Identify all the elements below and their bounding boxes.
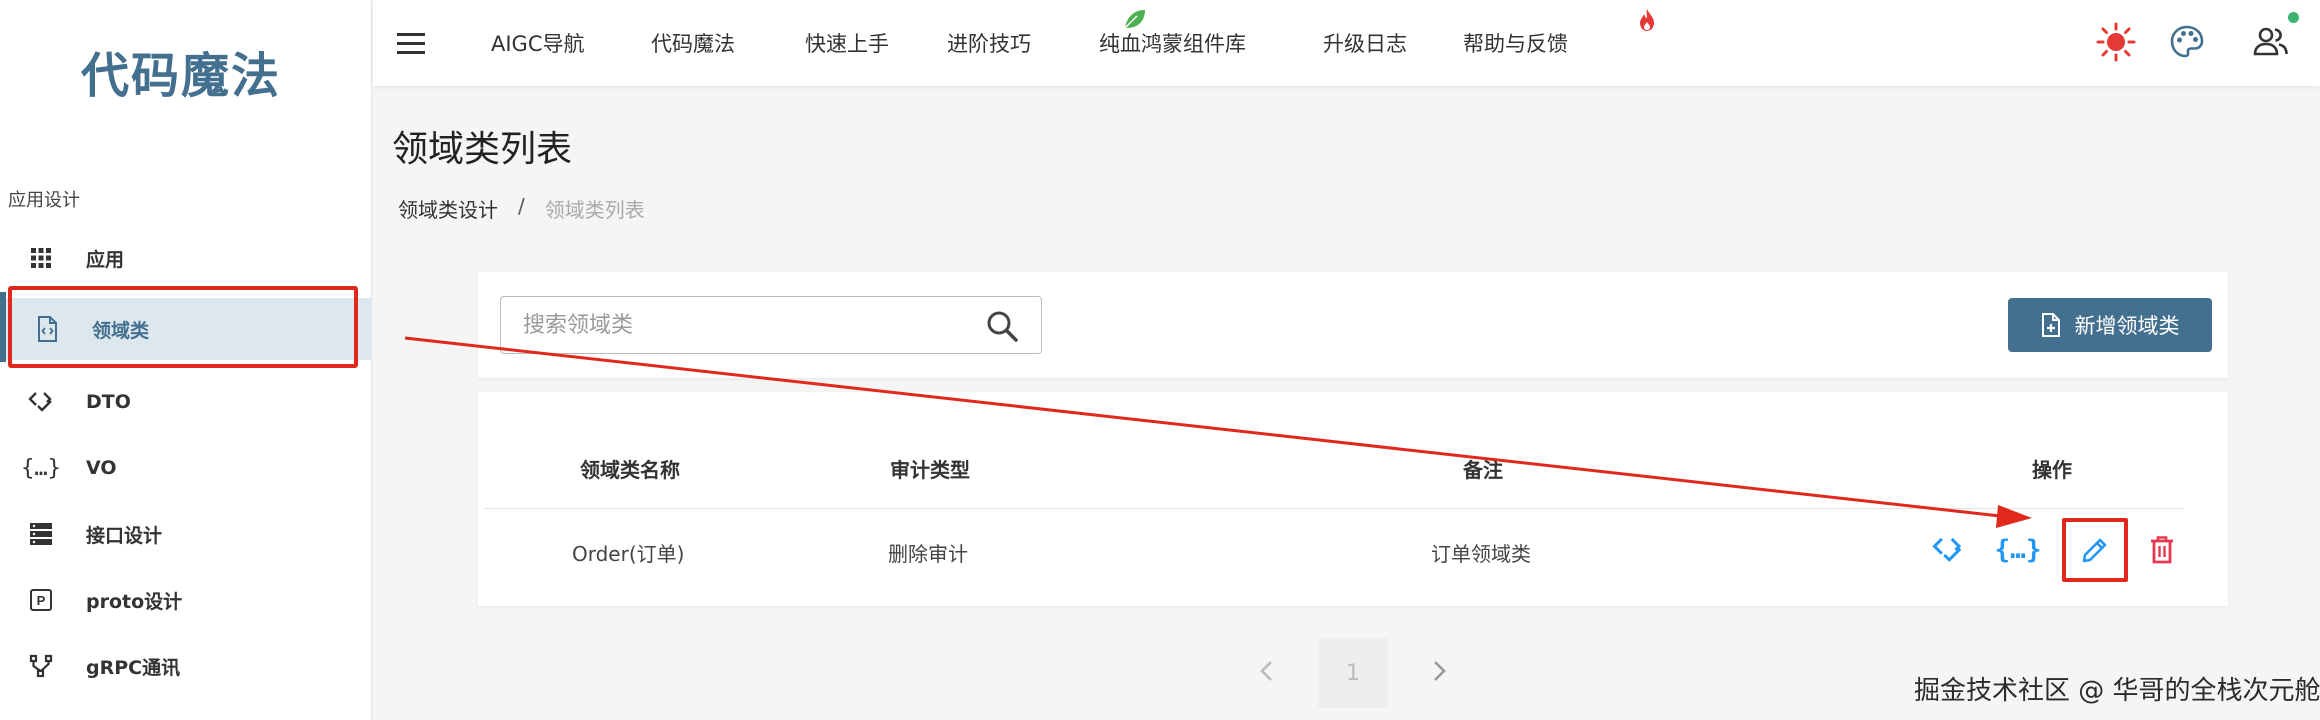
page-title: 领域类列表	[392, 129, 573, 170]
sidebar-item-app[interactable]: 应用	[0, 228, 372, 288]
users-icon[interactable]	[2251, 22, 2291, 62]
prev-page-button[interactable]	[1252, 656, 1282, 686]
chevron-right-icon	[1434, 661, 1446, 681]
search-box	[500, 296, 1042, 354]
braces-icon: {…}	[1994, 535, 2042, 565]
column-header-remark: 备注	[1463, 458, 1503, 482]
sidebar-item-vo[interactable]: {…} VO	[0, 438, 372, 498]
sidebar-item-label: gRPC通讯	[86, 656, 181, 679]
code-check-icon	[26, 387, 56, 417]
search-card: 新增领域类	[478, 272, 2228, 378]
cell-audit-type: 删除审计	[888, 542, 968, 566]
column-header-actions: 操作	[2032, 458, 2072, 482]
table-card: 领域类名称 审计类型 备注 操作 Order(订单) 删除审计 订单领域类 {……	[478, 392, 2228, 606]
file-plus-icon	[2041, 313, 2060, 337]
breadcrumb: 领域类设计 / 领域类列表	[398, 194, 645, 223]
sidebar-section-title: 应用设计	[8, 190, 80, 211]
code-file-icon	[32, 314, 62, 344]
trash-icon	[2151, 536, 2173, 564]
menu-icon[interactable]	[397, 26, 431, 60]
p-box-icon: P	[26, 585, 56, 615]
sidebar: 代码魔法 应用设计 应用 领域类 DTO {…} VO 接口设计 P proto…	[0, 0, 372, 720]
pencil-icon	[2082, 538, 2107, 563]
dto-action-button[interactable]	[1926, 528, 1970, 572]
active-indicator	[0, 292, 6, 362]
nav-code-magic[interactable]: 代码魔法	[651, 28, 735, 58]
braces-icon: {…}	[21, 455, 61, 481]
svg-text:P: P	[37, 593, 46, 608]
watermark: 掘金技术社区 @ 华哥的全栈次元舱	[1914, 676, 2320, 706]
app-logo[interactable]: 代码魔法	[0, 36, 362, 106]
sidebar-item-domain-class[interactable]: 领域类	[0, 298, 372, 360]
breadcrumb-current: 领域类列表	[544, 198, 645, 222]
add-button-label: 新增领域类	[2074, 314, 2180, 338]
table-divider	[484, 508, 2184, 509]
add-domain-class-button[interactable]: 新增领域类	[2008, 298, 2212, 352]
palette-icon[interactable]	[2167, 22, 2207, 62]
breadcrumb-parent[interactable]: 领域类设计	[398, 194, 498, 223]
fire-icon	[1640, 9, 1654, 31]
edit-action-button[interactable]	[2073, 528, 2117, 572]
cell-name: Order(订单)	[572, 542, 685, 566]
grid-icon	[26, 243, 56, 273]
search-input[interactable]	[523, 312, 963, 338]
sidebar-item-grpc[interactable]: gRPC通讯	[0, 636, 372, 696]
search-icon[interactable]	[985, 309, 1019, 343]
top-header: AIGC导航 代码魔法 快速上手 进阶技巧 纯血鸿蒙组件库 升级日志 帮助与反馈	[373, 0, 2320, 86]
cell-remark: 订单领域类	[1431, 542, 1531, 566]
delete-action-button[interactable]	[2140, 528, 2184, 572]
nav-harmony-components[interactable]: 纯血鸿蒙组件库	[1099, 28, 1246, 58]
sidebar-item-label: 应用	[86, 248, 125, 271]
nav-quick-start[interactable]: 快速上手	[805, 28, 889, 58]
sidebar-item-label: 领域类	[92, 319, 150, 342]
server-icon	[26, 519, 56, 549]
sidebar-item-label: DTO	[86, 391, 131, 413]
sidebar-item-proto-design[interactable]: P proto设计	[0, 570, 372, 630]
breadcrumb-separator: /	[518, 194, 525, 218]
code-check-icon	[1932, 537, 1962, 562]
nav-advanced-tips[interactable]: 进阶技巧	[947, 28, 1031, 58]
column-header-audit-type: 审计类型	[890, 458, 970, 482]
page-number-button[interactable]: 1	[1318, 638, 1388, 708]
chevron-left-icon	[1260, 661, 1272, 681]
sun-icon[interactable]	[2096, 22, 2136, 62]
fork-icon	[26, 651, 56, 681]
vo-action-button[interactable]: {…}	[1994, 528, 2042, 572]
sidebar-item-dto[interactable]: DTO	[0, 372, 372, 432]
column-header-name: 领域类名称	[580, 458, 680, 482]
sidebar-item-label: 接口设计	[86, 524, 163, 547]
sidebar-item-label: proto设计	[86, 590, 183, 613]
sidebar-item-label: VO	[86, 457, 117, 479]
nav-help-feedback[interactable]: 帮助与反馈	[1463, 28, 1568, 58]
nav-changelog[interactable]: 升级日志	[1323, 28, 1407, 58]
leaf-icon	[1124, 10, 1145, 29]
nav-aigc[interactable]: AIGC导航	[491, 28, 585, 58]
next-page-button[interactable]	[1424, 656, 1454, 686]
online-status-dot	[2288, 12, 2299, 23]
sidebar-item-api-design[interactable]: 接口设计	[0, 504, 372, 564]
